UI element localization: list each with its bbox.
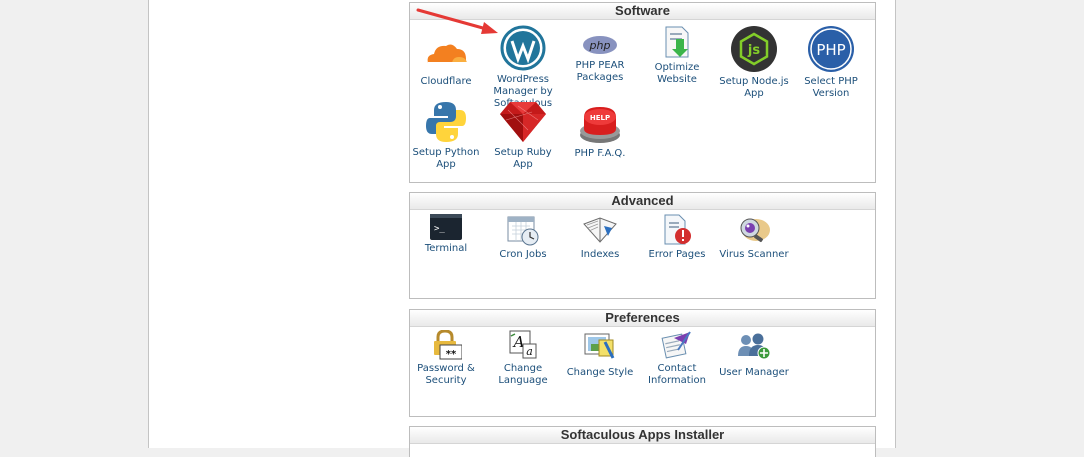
padlock-icon: **	[430, 329, 463, 360]
change-language-link[interactable]: A a Change Language	[484, 330, 562, 387]
error-pages-link[interactable]: Error Pages	[638, 214, 716, 261]
cloudflare-label: Cloudflare	[420, 76, 472, 87]
optimize-website-label: Optimize Website	[654, 62, 700, 85]
php-pear-icon: php	[580, 33, 620, 57]
virus-scanner-icon	[736, 214, 772, 246]
user-manager-label: User Manager	[719, 367, 789, 378]
cron-jobs-link[interactable]: Cron Jobs	[484, 214, 562, 261]
wordpress-icon	[500, 25, 546, 71]
svg-text:**: **	[446, 349, 457, 360]
preferences-panel: Preferences ** Password & Security A a C…	[409, 309, 876, 417]
php-pear-packages-link[interactable]: php PHP PEAR Packages	[561, 33, 639, 84]
svg-text:>_: >_	[434, 224, 445, 234]
contact-icon	[660, 330, 694, 360]
php-faq-label: PHP F.A.Q.	[574, 148, 626, 159]
cloudflare-link[interactable]: Cloudflare	[407, 33, 485, 88]
calendar-clock-icon	[506, 214, 540, 246]
indexes-label: Indexes	[580, 249, 620, 260]
change-language-label: Change Language	[498, 363, 548, 386]
virus-scanner-label: Virus Scanner	[719, 249, 789, 260]
ruby-icon	[498, 100, 548, 144]
wordpress-manager-link[interactable]: WordPress Manager by Softaculous	[484, 25, 562, 110]
language-icon: A a	[507, 330, 539, 360]
optimize-website-link[interactable]: Optimize Website	[638, 25, 716, 86]
change-style-link[interactable]: Change Style	[561, 330, 639, 379]
help-button-icon: HELP	[578, 105, 622, 145]
user-manager-icon	[736, 330, 772, 362]
advanced-panel: Advanced >_ Terminal Cron Jobs Indexes E…	[409, 192, 876, 299]
cron-jobs-label: Cron Jobs	[499, 249, 547, 260]
software-panel-title: Software	[410, 3, 875, 20]
softaculous-panel: Softaculous Apps Installer	[409, 426, 876, 457]
setup-ruby-link[interactable]: Setup Ruby App	[484, 100, 562, 171]
svg-text:HELP: HELP	[590, 114, 610, 122]
setup-nodejs-link[interactable]: js Setup Node.js App	[715, 25, 793, 100]
terminal-icon: >_	[430, 214, 462, 240]
password-security-label: Password & Security	[417, 363, 475, 386]
error-page-icon	[661, 214, 693, 246]
user-manager-link[interactable]: User Manager	[715, 330, 793, 379]
php-faq-link[interactable]: HELP PHP F.A.Q.	[561, 105, 639, 160]
advanced-panel-title: Advanced	[410, 193, 875, 210]
svg-text:php: php	[589, 39, 611, 52]
indexes-link[interactable]: Indexes	[561, 214, 639, 261]
select-php-version-label: Select PHP Version	[804, 76, 858, 99]
cloudflare-icon	[422, 33, 470, 73]
change-style-label: Change Style	[566, 367, 634, 378]
softaculous-panel-title: Softaculous Apps Installer	[410, 427, 875, 444]
setup-python-link[interactable]: Setup Python App	[407, 100, 485, 171]
php-version-icon: PHP	[807, 25, 855, 73]
terminal-link[interactable]: >_ Terminal	[407, 214, 485, 255]
virus-scanner-link[interactable]: Virus Scanner	[715, 214, 793, 261]
preferences-panel-title: Preferences	[410, 310, 875, 327]
python-icon	[424, 100, 468, 144]
select-php-version-link[interactable]: PHP Select PHP Version	[792, 25, 870, 100]
svg-text:a: a	[526, 345, 533, 358]
svg-text:js: js	[747, 43, 760, 58]
terminal-label: Terminal	[424, 243, 468, 254]
book-icon	[582, 214, 618, 246]
contact-information-label: Contact Information	[648, 363, 706, 386]
setup-python-label: Setup Python App	[412, 147, 480, 170]
password-security-link[interactable]: ** Password & Security	[407, 329, 485, 387]
setup-ruby-label: Setup Ruby App	[494, 147, 552, 170]
palette-icon	[583, 330, 617, 362]
setup-nodejs-label: Setup Node.js App	[719, 76, 789, 99]
nodejs-icon: js	[730, 25, 778, 73]
software-panel: Software Cloudflare WordPress Manager by…	[409, 2, 876, 183]
svg-text:PHP: PHP	[816, 41, 845, 59]
php-pear-packages-label: PHP PEAR Packages	[575, 60, 625, 83]
contact-information-link[interactable]: Contact Information	[638, 330, 716, 387]
error-pages-label: Error Pages	[648, 249, 706, 260]
optimize-website-icon	[660, 25, 694, 59]
